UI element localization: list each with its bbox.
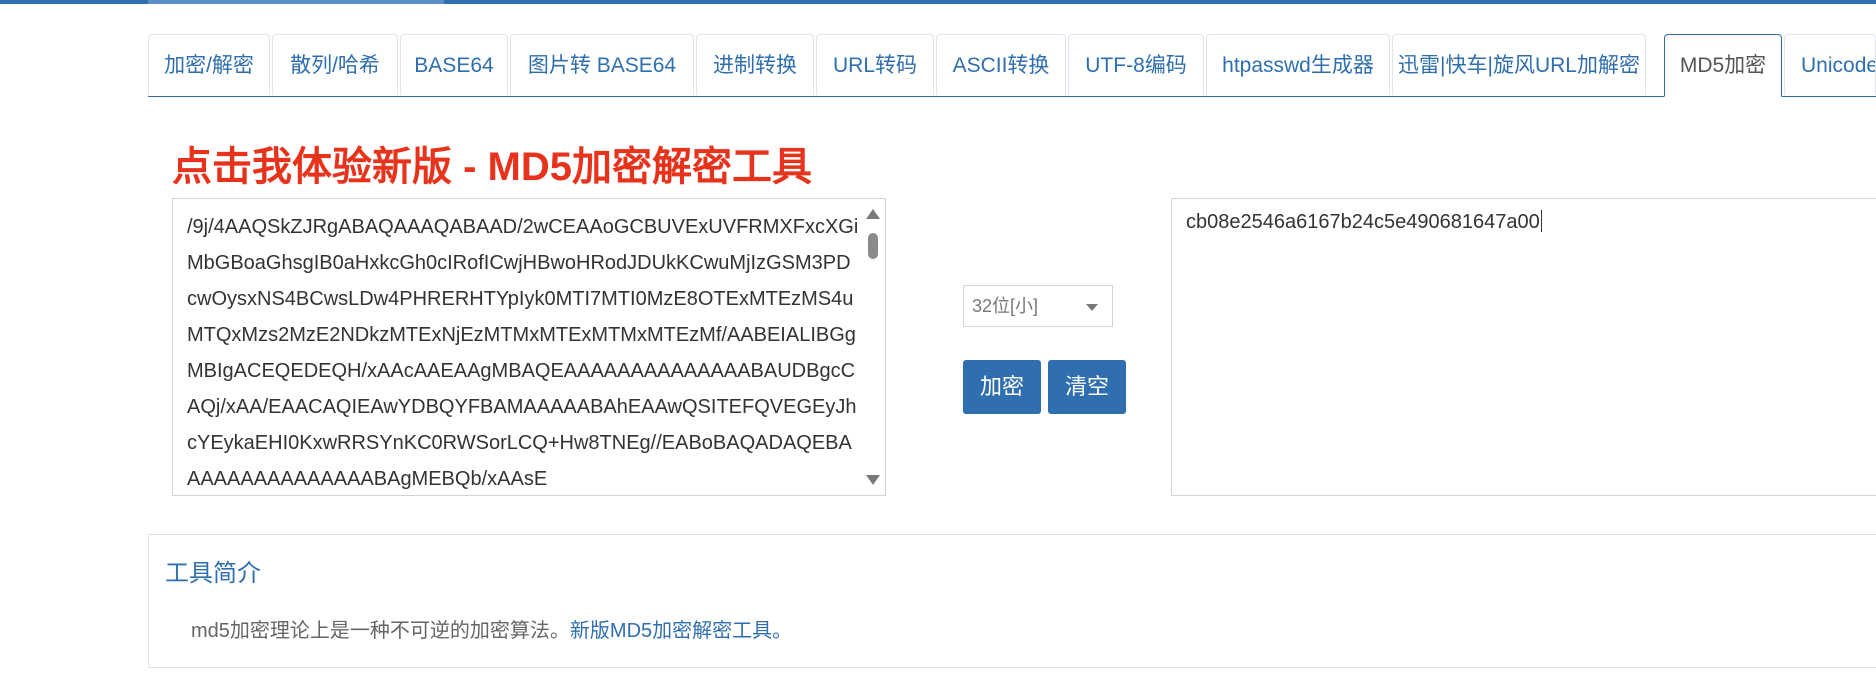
- new-version-link[interactable]: 新版MD5加密解密工具。: [570, 620, 792, 642]
- tab-url-encode[interactable]: URL转码: [816, 34, 934, 95]
- plaintext-input[interactable]: /9j/4AAQSkZJRgABAQAAAQABAAD/2wCEAAoGCBUV…: [172, 198, 886, 496]
- tool-intro-panel: 工具简介 md5加密理论上是一种不可逆的加密算法。新版MD5加密解密工具。: [148, 534, 1876, 668]
- scroll-down-arrow-icon[interactable]: [866, 475, 880, 485]
- md5-output-value[interactable]: cb08e2546a6167b24c5e490681647a00: [1186, 209, 1542, 235]
- tab-utf8-encode[interactable]: UTF-8编码: [1068, 34, 1204, 95]
- tab-base64[interactable]: BASE64: [400, 34, 508, 95]
- tab-radix-convert[interactable]: 进制转换: [696, 34, 814, 95]
- plaintext-input-value[interactable]: /9j/4AAQSkZJRgABAQAAAQABAAD/2wCEAAoGCBUV…: [187, 209, 859, 495]
- encrypt-button[interactable]: 加密: [963, 360, 1041, 414]
- bit-length-select-value: 32位[小]: [972, 296, 1039, 316]
- md5-output[interactable]: cb08e2546a6167b24c5e490681647a00: [1171, 198, 1876, 496]
- tab-md5[interactable]: MD5加密: [1664, 34, 1782, 97]
- chevron-down-icon: [1086, 304, 1098, 311]
- intro-body: md5加密理论上是一种不可逆的加密算法。新版MD5加密解密工具。: [191, 617, 792, 645]
- tab-image-to-base64[interactable]: 图片转 BASE64: [510, 34, 694, 95]
- tab-encrypt-decrypt[interactable]: 加密/解密: [148, 34, 270, 95]
- bit-length-select[interactable]: 32位[小]: [963, 285, 1113, 327]
- tab-bar: 加密/解密 散列/哈希 BASE64 图片转 BASE64 进制转换 URL转码…: [148, 34, 1876, 97]
- top-bar-accent: [148, 0, 444, 4]
- scroll-thumb[interactable]: [868, 233, 878, 259]
- new-version-promo-link[interactable]: 点击我体验新版 - MD5加密解密工具: [172, 142, 812, 192]
- intro-description: md5加密理论上是一种不可逆的加密算法。: [191, 620, 570, 642]
- text-caret: [1540, 210, 1542, 232]
- tab-ascii-convert[interactable]: ASCII转换: [936, 34, 1066, 95]
- tab-htpasswd-generator[interactable]: htpasswd生成器: [1206, 34, 1390, 95]
- scroll-up-arrow-icon[interactable]: [866, 209, 880, 219]
- clear-button[interactable]: 清空: [1048, 360, 1126, 414]
- tab-thunder-url[interactable]: 迅雷|快车|旋风URL加解密: [1392, 34, 1646, 95]
- intro-title: 工具简介: [165, 560, 261, 587]
- input-scrollbar[interactable]: [861, 199, 885, 495]
- tab-hash[interactable]: 散列/哈希: [272, 34, 398, 95]
- tab-unicode[interactable]: Unicode: [1784, 34, 1876, 95]
